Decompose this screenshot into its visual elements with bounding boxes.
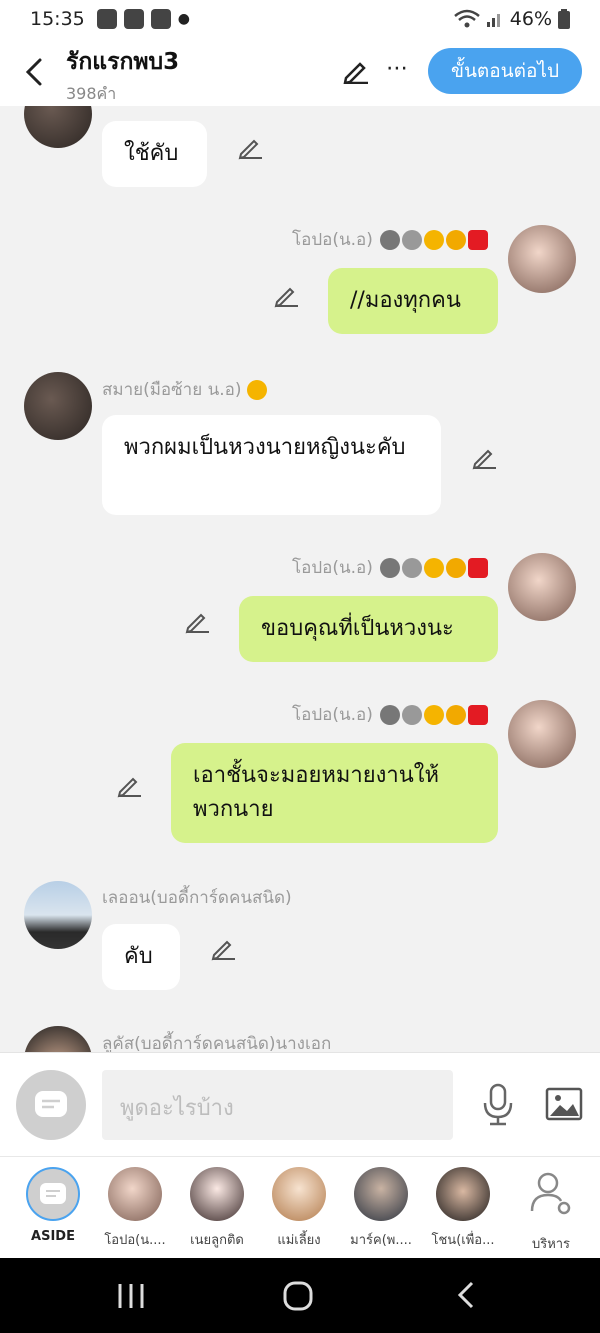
avatar-smile[interactable] bbox=[24, 106, 92, 148]
avatar-opor[interactable] bbox=[508, 553, 576, 621]
more-options-icon[interactable]: ⋯ bbox=[386, 56, 412, 84]
edit-message-icon[interactable] bbox=[238, 134, 264, 160]
message-bubble[interactable]: คับ bbox=[102, 924, 180, 990]
edit-message-icon[interactable] bbox=[117, 772, 143, 798]
emoji-group-icon bbox=[380, 705, 489, 725]
chat-bubble-icon bbox=[35, 1091, 67, 1117]
dot-icon: ● bbox=[177, 11, 190, 27]
character-label: มาร์ค(พ.... bbox=[350, 1233, 412, 1248]
character-avatar bbox=[436, 1167, 490, 1221]
character-noey[interactable]: เนยลูกติด bbox=[176, 1167, 258, 1250]
battery-percent: 46% bbox=[509, 8, 552, 30]
chat-mode-button[interactable] bbox=[16, 1070, 86, 1140]
manage-characters-icon bbox=[530, 1172, 571, 1215]
wifi-icon bbox=[453, 9, 480, 28]
lazada-notification-icon bbox=[150, 9, 171, 29]
avatar-opor[interactable] bbox=[508, 225, 576, 293]
edit-pencil-icon[interactable] bbox=[342, 56, 370, 84]
character-stepmother[interactable]: แม่เลี้ยง bbox=[258, 1167, 340, 1250]
message-bubble[interactable]: ขอบคุณที่เป็นหวงนะ bbox=[239, 596, 498, 662]
sender-name: เลออน(บอดี้การ์ดคนสนิด) bbox=[102, 888, 292, 908]
sender-name: โอปอ(น.อ) bbox=[292, 701, 489, 728]
sender-name: โอปอ(น.อ) bbox=[292, 554, 489, 581]
character-opor[interactable]: โอปอ(น.... bbox=[94, 1167, 176, 1250]
microphone-icon[interactable] bbox=[480, 1083, 516, 1127]
message-bubble[interactable]: เอาชั้นจะมอยหมายงานให้พวกนาย bbox=[171, 743, 498, 843]
chat-bubble-icon bbox=[40, 1183, 66, 1204]
sunglasses-emoji-icon bbox=[246, 380, 267, 400]
system-nav-bar bbox=[0, 1258, 600, 1333]
character-manage[interactable]: บริหาร bbox=[510, 1167, 592, 1254]
status-bar: 15:35 ● 46% bbox=[0, 0, 600, 38]
character-avatar bbox=[190, 1167, 244, 1221]
signal-icon bbox=[486, 14, 500, 27]
chat-area[interactable]: ใช้คับ โอปอ(น.อ) //มองทุกคน สมาย(มือซ้าย… bbox=[0, 106, 600, 1052]
character-avatar bbox=[108, 1167, 162, 1221]
status-time: 15:35 bbox=[30, 8, 85, 30]
title-block: รักแรกพบ3 398คำ bbox=[66, 44, 179, 107]
character-avatar bbox=[354, 1167, 408, 1221]
edit-message-icon[interactable] bbox=[211, 935, 237, 961]
battery-icon bbox=[558, 9, 570, 29]
recent-apps-icon[interactable] bbox=[116, 1282, 146, 1310]
edit-message-icon[interactable] bbox=[185, 608, 211, 634]
character-label: บริหาร bbox=[531, 1237, 571, 1252]
image-upload-icon[interactable] bbox=[545, 1087, 583, 1121]
character-label: เนยลูกติด bbox=[190, 1233, 244, 1248]
home-icon[interactable] bbox=[282, 1280, 314, 1312]
story-title: รักแรกพบ3 bbox=[66, 49, 180, 75]
sender-name: ลูคัส(บอดี้การ์ดคนสนิด)นางเอก bbox=[102, 1034, 332, 1052]
message-input[interactable]: พูดอะไรบ้าง bbox=[102, 1070, 453, 1140]
character-label: แม่เลี้ยง bbox=[277, 1233, 321, 1248]
next-step-button[interactable]: ขั้นตอนต่อไป bbox=[428, 48, 582, 94]
gallery-notification-icon bbox=[96, 9, 117, 29]
avatar-lucas[interactable] bbox=[24, 1026, 92, 1052]
emoji-group-icon bbox=[380, 230, 489, 250]
back-nav-icon[interactable] bbox=[455, 1280, 477, 1310]
word-count: 398คำ bbox=[66, 84, 117, 103]
emoji-group-icon bbox=[380, 558, 489, 578]
input-bar: พูดอะไรบ้าง bbox=[0, 1052, 600, 1156]
back-arrow-icon[interactable] bbox=[20, 54, 50, 90]
aside-avatar bbox=[26, 1167, 80, 1221]
character-bar: ASIDE โอปอ(น.... เนยลูกติด แม่เลี้ยง มาร… bbox=[0, 1156, 600, 1258]
avatar-opor[interactable] bbox=[508, 700, 576, 768]
character-label: โอปอ(น.... bbox=[104, 1233, 166, 1248]
character-shone[interactable]: โชน(เพื่อ... bbox=[422, 1167, 504, 1250]
status-right: 46% bbox=[453, 8, 570, 30]
sender-name: สมาย(มือซ้าย น.อ) bbox=[102, 376, 267, 403]
character-mark[interactable]: มาร์ค(พ.... bbox=[340, 1167, 422, 1250]
message-bubble[interactable]: ใช้คับ bbox=[102, 121, 207, 187]
edit-message-icon[interactable] bbox=[472, 444, 498, 470]
avatar-smile[interactable] bbox=[24, 372, 92, 440]
message-bubble[interactable]: พวกผมเป็นหวงนายหญิงนะคับ bbox=[102, 415, 441, 515]
chat-header: รักแรกพบ3 398คำ ⋯ ขั้นตอนต่อไป bbox=[0, 38, 600, 106]
message-bubble[interactable]: //มองทุกคน bbox=[328, 268, 498, 334]
character-aside[interactable]: ASIDE bbox=[12, 1167, 94, 1244]
app-notification-icon bbox=[123, 9, 144, 29]
character-label: โชน(เพื่อ... bbox=[431, 1233, 495, 1248]
notification-icons: ● bbox=[96, 9, 190, 29]
sender-name: โอปอ(น.อ) bbox=[292, 226, 489, 253]
character-label: ASIDE bbox=[31, 1229, 75, 1244]
character-avatar bbox=[272, 1167, 326, 1221]
avatar-leon[interactable] bbox=[24, 881, 92, 949]
edit-message-icon[interactable] bbox=[274, 282, 300, 308]
